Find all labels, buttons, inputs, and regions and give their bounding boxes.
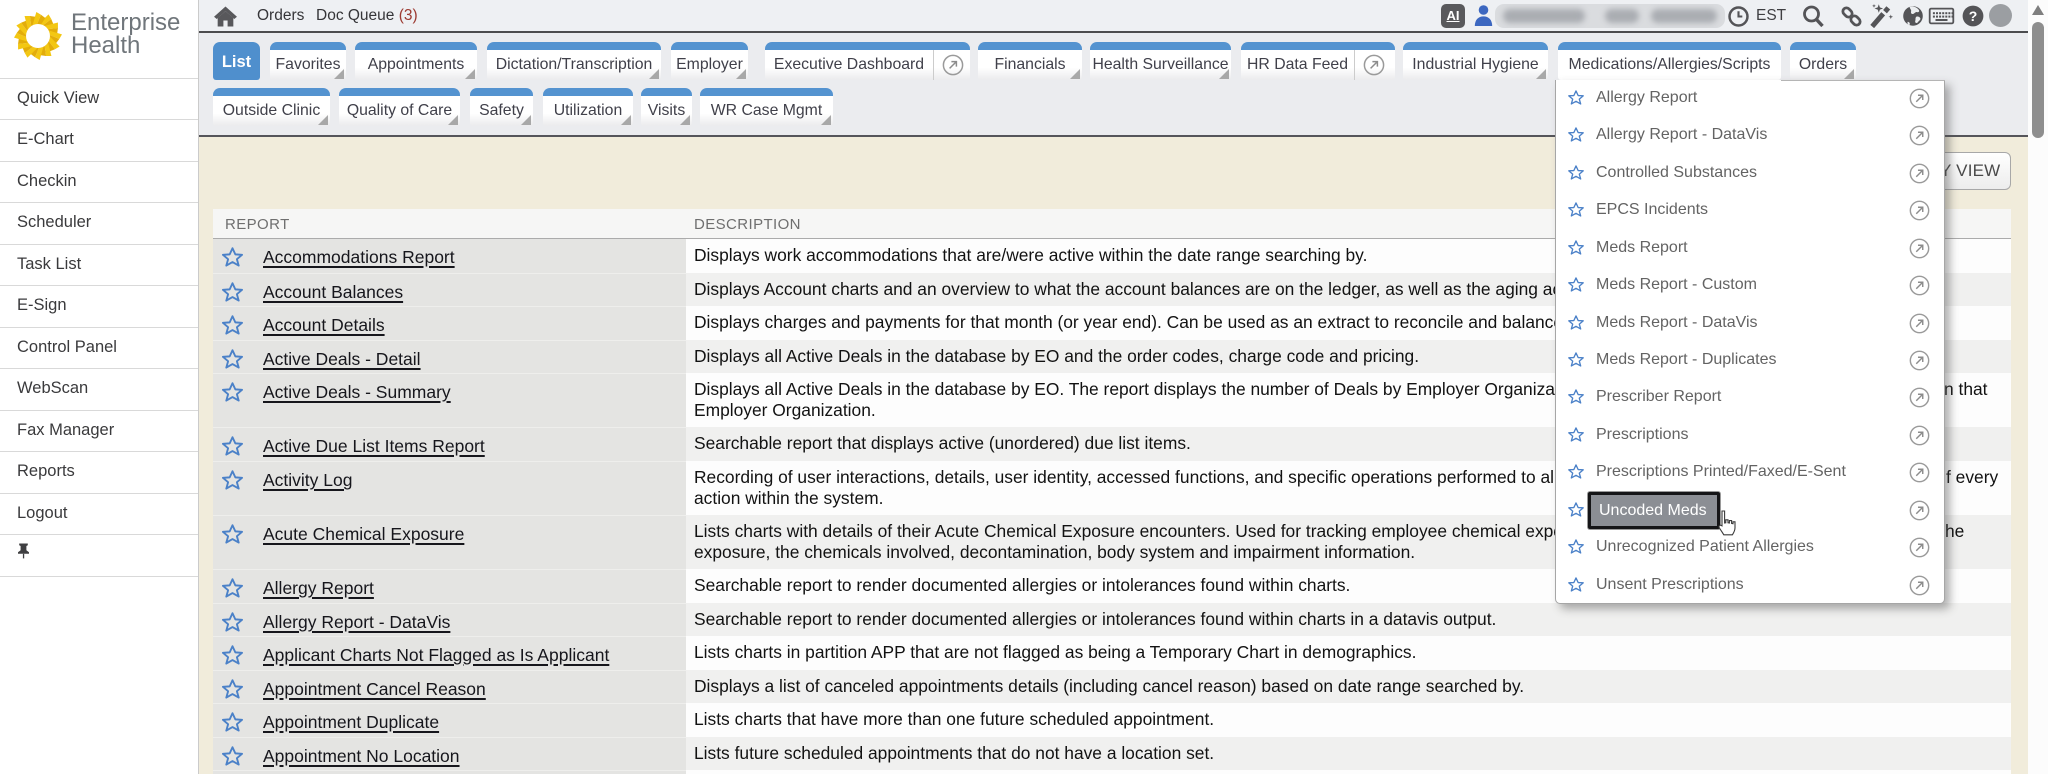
svg-text:?: ? <box>1969 8 1978 24</box>
